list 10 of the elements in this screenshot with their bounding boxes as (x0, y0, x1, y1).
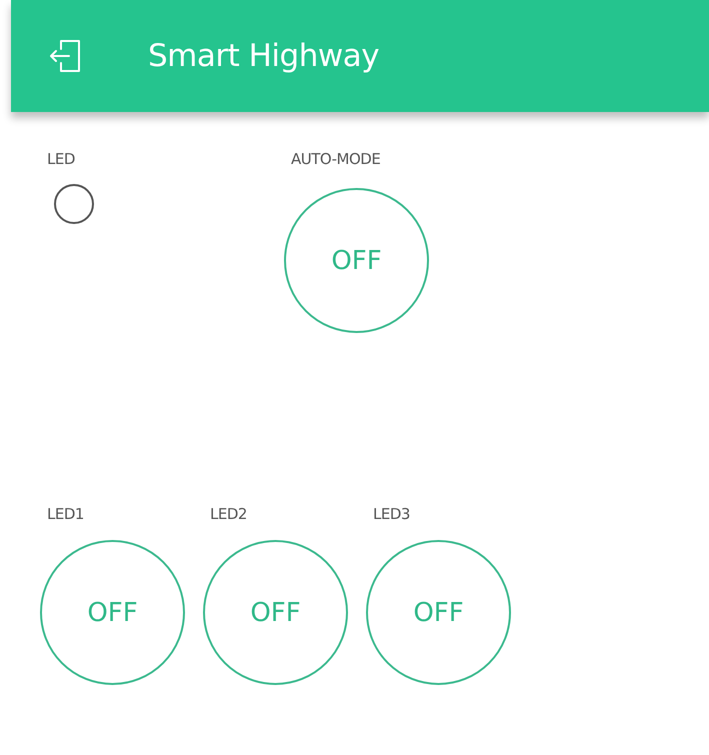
widget-label: LED2 (210, 505, 247, 523)
widget-label: LED1 (47, 505, 84, 523)
toggle-button[interactable]: OFF (284, 188, 429, 333)
app-title: Smart Highway (148, 38, 380, 74)
widget-label: LED3 (373, 505, 410, 523)
widget-label: LED (47, 150, 75, 168)
toggle-button[interactable]: OFF (203, 540, 348, 685)
toggle-button[interactable]: OFF (366, 540, 511, 685)
toggle-button[interactable]: OFF (40, 540, 185, 685)
widget-label: AUTO-MODE (291, 150, 380, 168)
